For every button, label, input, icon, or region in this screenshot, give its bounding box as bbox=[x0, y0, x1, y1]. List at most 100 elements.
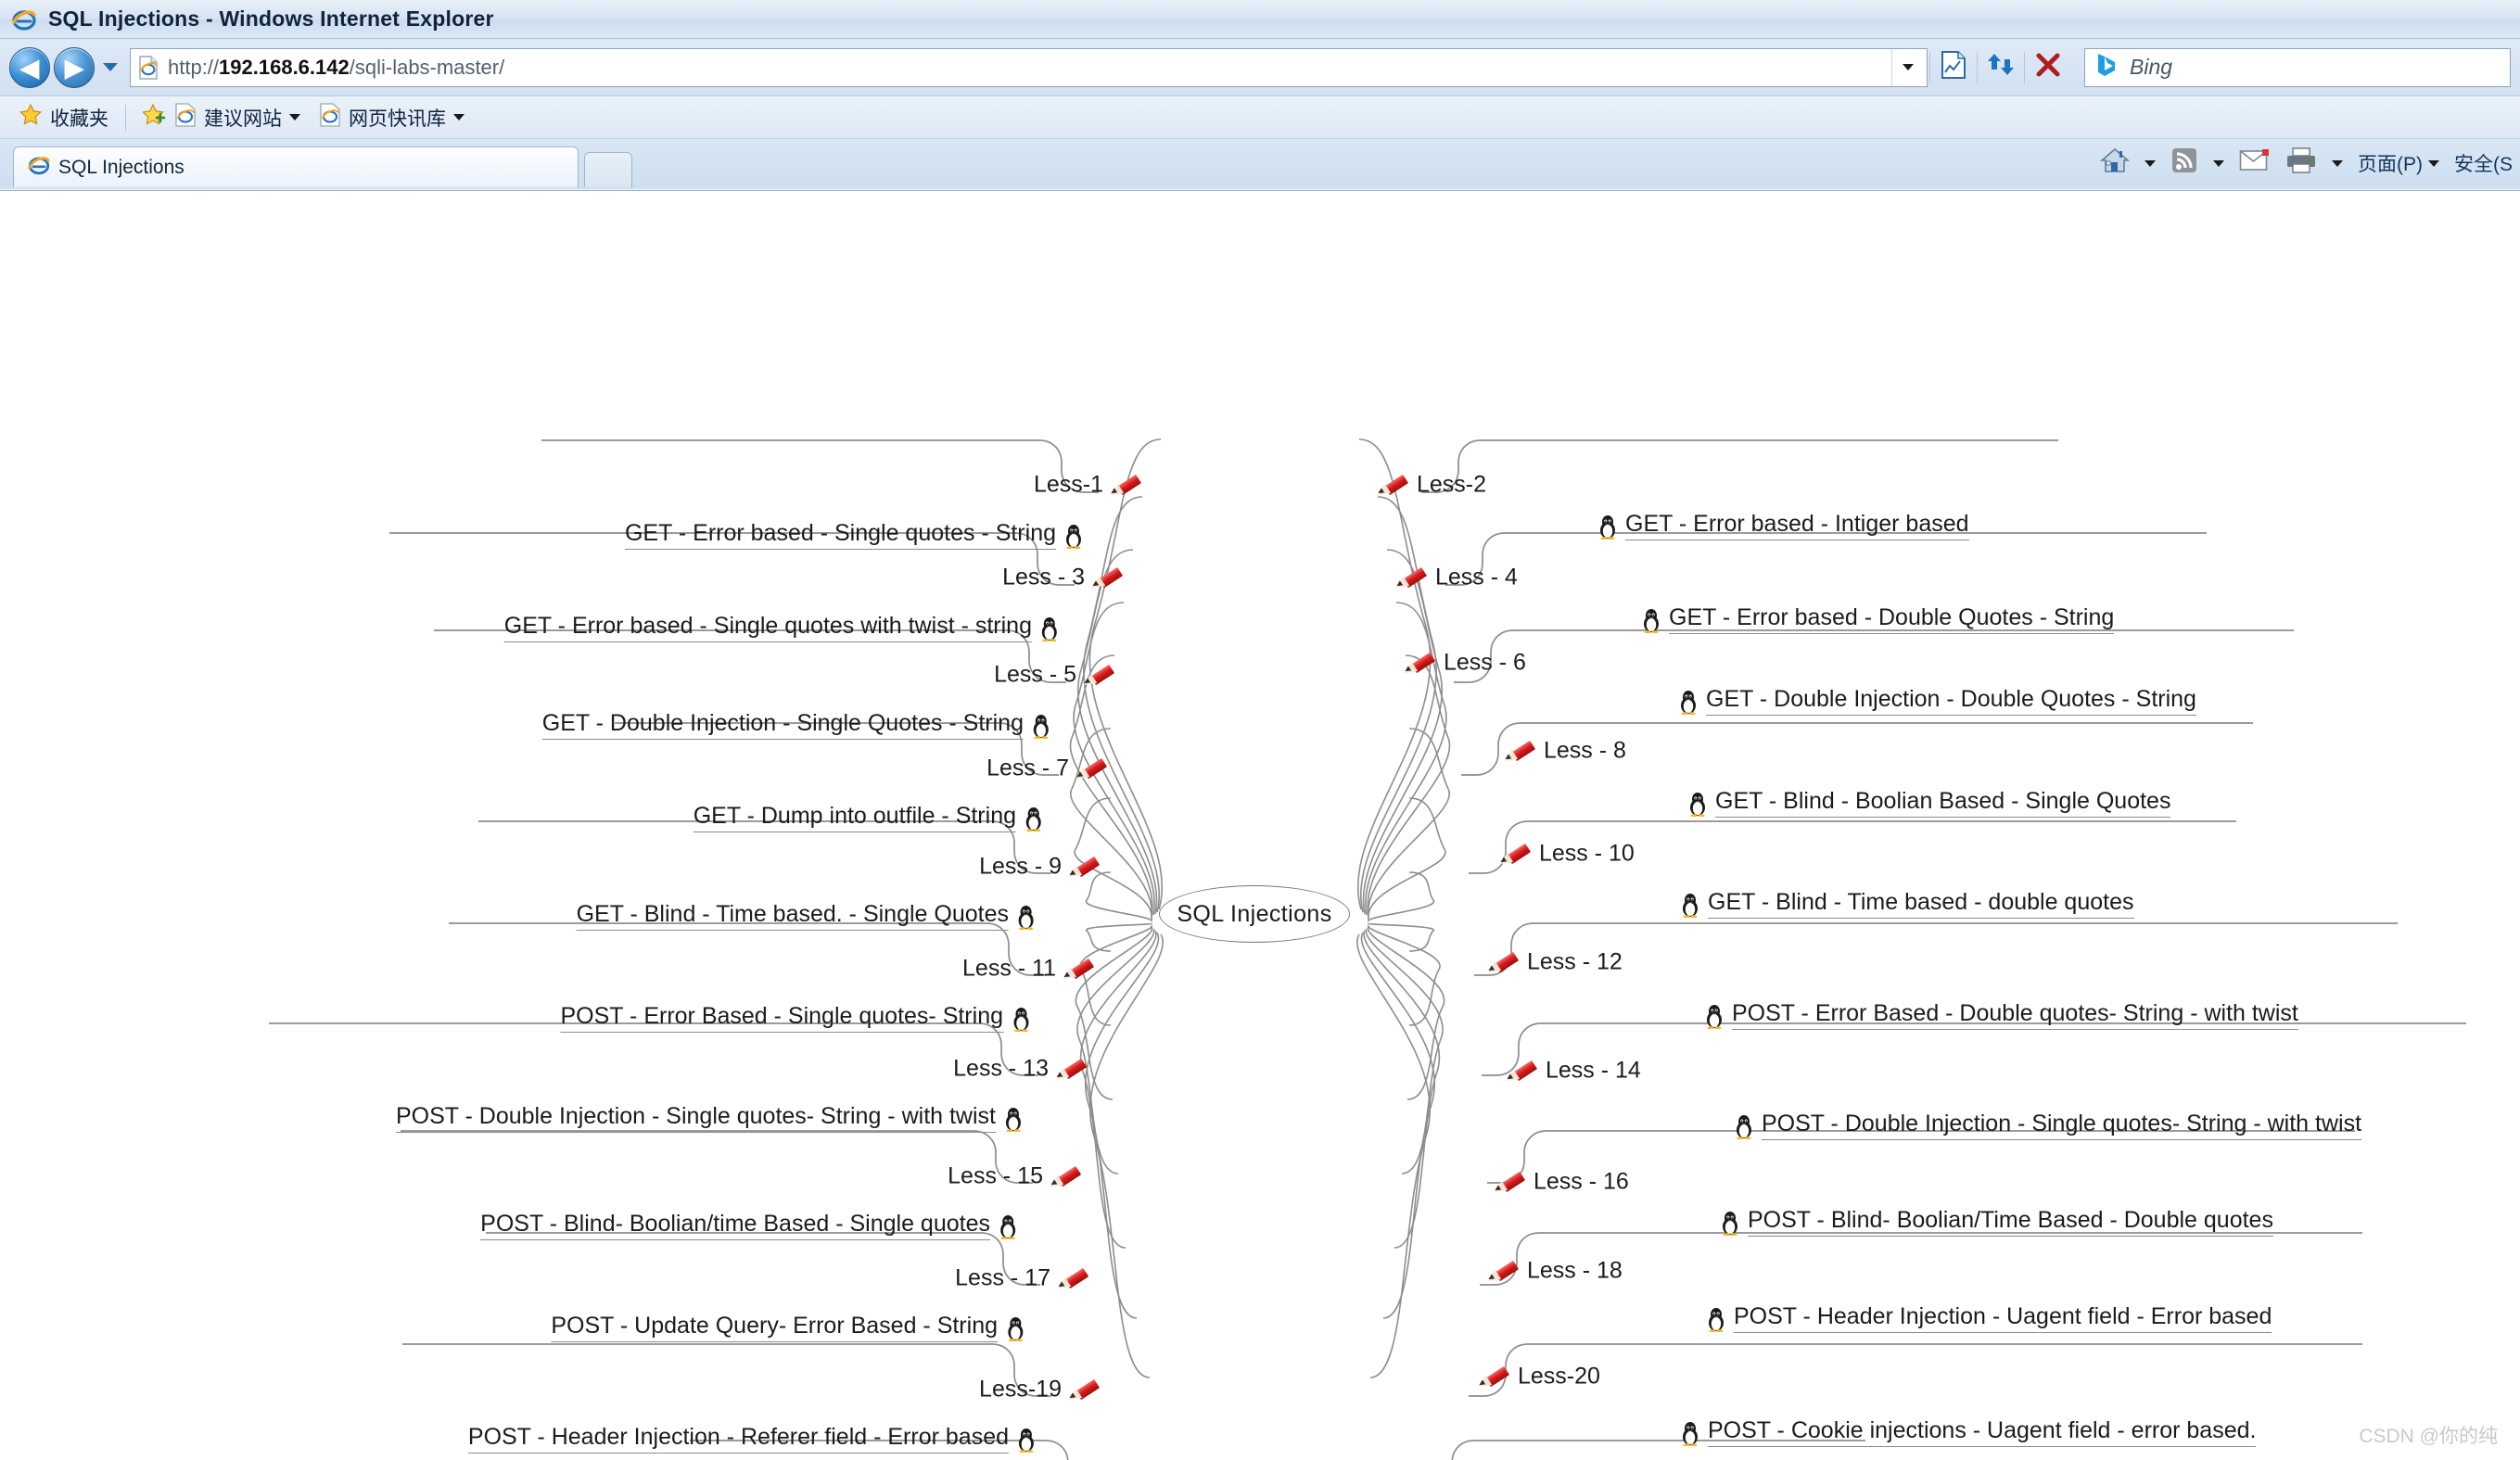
pencil-icon bbox=[1503, 1060, 1538, 1085]
leaf-text: GET - Error based - Single quotes - Stri… bbox=[624, 522, 1056, 550]
leaf-right-4[interactable]: GET - Blind - Boolian Based - Single Quo… bbox=[1687, 790, 2171, 818]
favorites-button[interactable]: 收藏夹 bbox=[9, 100, 118, 135]
page-menu-label: 页面(P) bbox=[2358, 154, 2423, 175]
leaf-right-2[interactable]: GET - Error based - Double Quotes - Stri… bbox=[1641, 606, 2115, 634]
pencil-icon bbox=[1054, 1267, 1089, 1293]
feeds-dropdown-button[interactable] bbox=[2206, 143, 2232, 184]
new-tab-button[interactable] bbox=[584, 152, 632, 187]
safety-menu-button[interactable]: 安全(S bbox=[2447, 143, 2520, 184]
favorites-label: 收藏夹 bbox=[50, 108, 108, 130]
leaf-right-9[interactable]: POST - Header Injection - Uagent field -… bbox=[1706, 1305, 2272, 1333]
leaf-right-1[interactable]: GET - Error based - Intiger based bbox=[1597, 513, 1969, 540]
print-dropdown-button[interactable] bbox=[2324, 143, 2350, 184]
branch-label-text: Less - 18 bbox=[1527, 1257, 1623, 1284]
branch-label-right-10[interactable]: Less-20 bbox=[1475, 1363, 1600, 1391]
branch-label-left-2[interactable]: Less - 3 bbox=[1002, 565, 1124, 592]
branch-label-right-9[interactable]: Less - 18 bbox=[1484, 1257, 1623, 1286]
feeds-button[interactable] bbox=[2163, 143, 2206, 184]
suggested-sites-star-icon bbox=[141, 103, 167, 133]
tux-penguin-icon bbox=[1011, 1006, 1031, 1033]
mindmap-connectors bbox=[269, 438, 2466, 1460]
branch-label-text: Less-20 bbox=[1518, 1363, 1600, 1390]
chevron-down-icon bbox=[2332, 159, 2343, 167]
pencil-icon bbox=[1073, 757, 1108, 783]
leaf-left-2[interactable]: GET - Error based - Single quotes with t… bbox=[503, 615, 1060, 642]
branch-label-right-7[interactable]: Less - 14 bbox=[1503, 1059, 1641, 1085]
branch-label-left-3[interactable]: Less - 5 bbox=[994, 663, 1115, 690]
branch-label-left-7[interactable]: Less - 13 bbox=[953, 1057, 1088, 1084]
branch-label-right-3[interactable]: Less - 6 bbox=[1401, 651, 1526, 678]
branch-label-right-2[interactable]: Less - 4 bbox=[1393, 565, 1518, 592]
branch-label-text: Less - 7 bbox=[986, 755, 1069, 781]
web-slice-ie-icon bbox=[319, 102, 341, 133]
tux-penguin-icon bbox=[1704, 1003, 1725, 1030]
ie-logo-icon bbox=[11, 6, 37, 32]
branch-label-right-4[interactable]: Less - 8 bbox=[1501, 739, 1626, 766]
branch-label-left-9[interactable]: Less - 17 bbox=[955, 1266, 1089, 1293]
branch-label-right-5[interactable]: Less - 10 bbox=[1496, 840, 1635, 869]
tab-sql-injections[interactable]: SQL Injections bbox=[13, 146, 579, 187]
star-icon bbox=[19, 103, 43, 133]
tab-title: SQL Injections bbox=[58, 156, 185, 178]
leaf-left-8[interactable]: POST - Blind- Boolian/time Based - Singl… bbox=[480, 1212, 1018, 1240]
branch-label-left-6[interactable]: Less - 11 bbox=[962, 955, 1095, 984]
back-button[interactable]: ◀ bbox=[9, 46, 50, 88]
favorites-divider bbox=[125, 104, 126, 131]
address-dropdown-button[interactable] bbox=[1891, 48, 1923, 86]
branch-label-right-1[interactable]: Less-2 bbox=[1374, 473, 1486, 500]
leaf-left-5[interactable]: GET - Blind - Time based. - Single Quote… bbox=[576, 903, 1037, 931]
leaf-left-4[interactable]: GET - Dump into outfile - String bbox=[693, 805, 1044, 832]
tux-penguin-icon bbox=[1016, 1427, 1037, 1454]
leaf-right-8[interactable]: POST - Blind- Boolian/Time Based - Doubl… bbox=[1720, 1209, 2273, 1237]
leaf-right-7[interactable]: POST - Double Injection - Single quotes-… bbox=[1734, 1112, 2362, 1140]
mail-button[interactable] bbox=[2232, 143, 2278, 184]
branch-label-left-10[interactable]: Less-19 bbox=[979, 1377, 1101, 1404]
leaf-left-6[interactable]: POST - Error Based - Single quotes- Stri… bbox=[560, 1005, 1031, 1033]
chevron-down-icon bbox=[453, 114, 465, 121]
pencil-icon bbox=[1107, 474, 1142, 500]
window-title: SQL Injections - Windows Internet Explor… bbox=[48, 6, 494, 31]
search-box[interactable]: Bing bbox=[2084, 47, 2511, 87]
stop-button[interactable] bbox=[2027, 47, 2069, 88]
leaf-left-10[interactable]: POST - Header Injection - Referer field … bbox=[467, 1426, 1037, 1454]
chevron-down-icon bbox=[2428, 159, 2439, 167]
leaf-right-10[interactable]: POST - Cookie injections - Uagent field … bbox=[1680, 1419, 2257, 1447]
compatibility-view-button[interactable] bbox=[1932, 47, 1975, 88]
page-menu-button[interactable]: 页面(P) bbox=[2350, 143, 2447, 184]
refresh-button[interactable] bbox=[1979, 47, 2022, 88]
refresh-icon bbox=[1986, 51, 2016, 83]
leaf-right-6[interactable]: POST - Error Based - Double quotes- Stri… bbox=[1704, 1002, 2298, 1030]
tux-penguin-icon bbox=[1016, 904, 1037, 931]
home-button[interactable] bbox=[2093, 143, 2137, 184]
branch-label-right-6[interactable]: Less - 12 bbox=[1484, 950, 1623, 977]
home-icon bbox=[2099, 146, 2131, 180]
leaf-left-1[interactable]: GET - Error based - Single quotes - Stri… bbox=[624, 522, 1084, 550]
home-dropdown-button[interactable] bbox=[2137, 143, 2163, 184]
branch-label-left-8[interactable]: Less - 15 bbox=[948, 1162, 1082, 1191]
address-bar[interactable]: http://192.168.6.142/sqli-labs-master/ bbox=[130, 47, 1928, 87]
leaf-text: POST - Error Based - Double quotes- Stri… bbox=[1732, 1002, 2298, 1030]
leaf-right-5[interactable]: GET - Blind - Time based - double quotes bbox=[1680, 891, 2134, 919]
branch-label-text: Less - 11 bbox=[962, 955, 1056, 982]
web-slice-gallery-item[interactable]: 网页快讯库 bbox=[310, 100, 474, 135]
tux-penguin-icon bbox=[1687, 791, 1708, 818]
leaf-left-3[interactable]: GET - Double Injection - Single Quotes -… bbox=[541, 712, 1051, 740]
tab-favicon-ie-icon bbox=[27, 153, 51, 183]
branch-label-left-4[interactable]: Less - 7 bbox=[986, 755, 1108, 783]
ie-browser-window: SQL Injections - Windows Internet Explor… bbox=[0, 0, 2520, 1460]
branch-label-text: Less - 10 bbox=[1539, 840, 1635, 867]
leaf-right-3[interactable]: GET - Double Injection - Double Quotes -… bbox=[1678, 688, 2196, 716]
branch-label-left-1[interactable]: Less-1 bbox=[1034, 473, 1142, 500]
suggested-sites-item[interactable]: 建议网站 bbox=[134, 100, 310, 135]
pencil-icon bbox=[1496, 843, 1532, 869]
branch-label-right-8[interactable]: Less - 16 bbox=[1491, 1170, 1629, 1197]
mindmap-center-node[interactable]: SQL Injections bbox=[1159, 885, 1350, 943]
leaf-left-9[interactable]: POST - Update Query- Error Based - Strin… bbox=[551, 1314, 1025, 1342]
forward-button[interactable]: ▶ bbox=[54, 46, 95, 88]
recent-pages-button[interactable] bbox=[98, 47, 122, 88]
print-button[interactable] bbox=[2278, 143, 2324, 184]
branch-label-text: Less - 15 bbox=[948, 1162, 1043, 1189]
pencil-icon bbox=[1401, 652, 1436, 678]
branch-label-left-5[interactable]: Less - 9 bbox=[979, 855, 1101, 882]
leaf-left-7[interactable]: POST - Double Injection - Single quotes-… bbox=[395, 1105, 1024, 1133]
